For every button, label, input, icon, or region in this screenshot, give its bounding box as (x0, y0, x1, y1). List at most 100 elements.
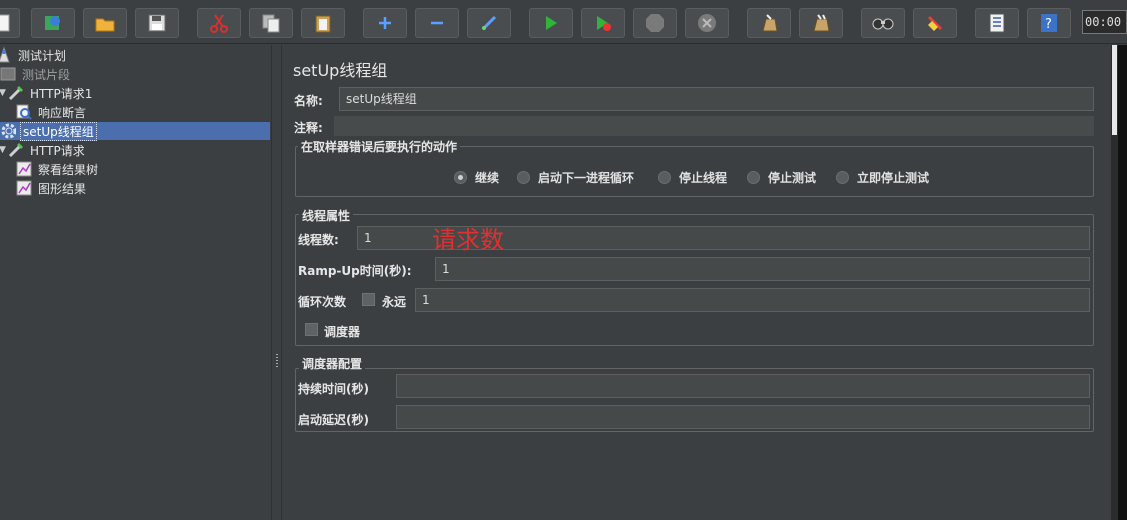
shutdown-icon (697, 13, 717, 33)
sampler-pipette-icon (8, 85, 24, 101)
gear-icon (0, 123, 16, 139)
help-button[interactable]: ? (1027, 8, 1071, 38)
expand-toggle-icon[interactable]: ▼ (0, 146, 7, 155)
function-helper-button[interactable] (975, 8, 1019, 38)
radio-dot (836, 171, 849, 184)
tree-item-test-fragment[interactable]: 测试片段 (0, 65, 72, 83)
reset-search-icon (925, 13, 945, 33)
comment-field[interactable] (334, 116, 1094, 136)
function-helper-icon (988, 13, 1006, 33)
scrollbar-track (1118, 45, 1127, 520)
toggle-icon (479, 13, 499, 33)
open-button[interactable] (83, 8, 127, 38)
scrollbar-thumb[interactable] (1112, 45, 1117, 135)
toggle-button[interactable] (467, 8, 511, 38)
copy-button[interactable] (249, 8, 293, 38)
tree-item-view-results-tree[interactable]: 察看结果树 (16, 160, 100, 178)
clear-all-button[interactable] (799, 8, 843, 38)
vertical-scrollbar[interactable] (1111, 45, 1127, 520)
templates-icon (43, 13, 63, 33)
test-plan-icon (0, 47, 12, 63)
radio-start-next-loop[interactable]: 启动下一进程循环 (517, 169, 634, 186)
save-button[interactable] (135, 8, 179, 38)
radio-dot (517, 171, 530, 184)
threads-label: 线程数: (298, 233, 339, 247)
cut-button[interactable] (197, 8, 241, 38)
stop-icon (645, 13, 665, 33)
duration-label: 持续时间(秒) (298, 382, 369, 396)
tree-item-http-request[interactable]: HTTP请求 (8, 141, 87, 159)
start-icon (543, 14, 559, 32)
loop-count-label: 循环次数 (298, 295, 347, 309)
new-icon (0, 14, 11, 32)
clear-icon (759, 13, 779, 33)
thread-group-panel: setUp线程组 名称: setUp线程组 注释: 在取样器错误后要执行的动作 … (283, 45, 1111, 520)
radio-stop-thread[interactable]: 停止线程 (658, 169, 727, 186)
scheduler-label: 调度器 (324, 325, 361, 339)
forever-checkbox[interactable] (362, 293, 375, 306)
name-field[interactable]: setUp线程组 (339, 87, 1094, 111)
listener-chart-icon (16, 180, 32, 196)
collapse-icon (428, 14, 446, 32)
test-plan-tree[interactable]: 测试计划 测试片段 ▼ HTTP请求1 响应断言 setUp线程组 ▼ HTTP… (0, 45, 271, 520)
elapsed-time-display: 00:00 (1082, 10, 1127, 34)
startup-delay-label: 启动延迟(秒) (298, 413, 369, 427)
open-icon (94, 14, 116, 32)
page-title: setUp线程组 (293, 61, 388, 80)
templates-button[interactable] (31, 8, 75, 38)
start-button[interactable] (529, 8, 573, 38)
radio-dot (454, 171, 467, 184)
help-icon: ? (1040, 13, 1058, 33)
listener-chart-icon (16, 161, 32, 177)
start-no-pauses-button[interactable] (581, 8, 625, 38)
thread-properties-title: 线程属性 (299, 207, 354, 224)
toolbar: ? 00:00 (0, 0, 1127, 44)
search-button[interactable] (861, 8, 905, 38)
tree-item-test-plan[interactable]: 测试计划 (0, 46, 68, 64)
name-label: 名称: (294, 94, 323, 108)
tree-item-setup-thread-group[interactable]: setUp线程组 (0, 121, 97, 141)
duration-field[interactable] (396, 374, 1090, 398)
paste-button[interactable] (301, 8, 345, 38)
scheduler-checkbox[interactable] (305, 323, 318, 336)
expand-toggle-icon[interactable]: ▼ (0, 89, 7, 98)
clear-button[interactable] (747, 8, 791, 38)
radio-dot (658, 171, 671, 184)
sampler-pipette-icon (8, 142, 24, 158)
clear-all-icon (811, 13, 831, 33)
splitter-grip-icon[interactable] (275, 353, 279, 367)
rampup-label: Ramp-Up时间(秒): (298, 264, 412, 278)
error-action-title: 在取样器错误后要执行的动作 (298, 138, 461, 155)
radio-continue[interactable]: 继续 (454, 169, 499, 186)
new-button[interactable] (0, 8, 20, 38)
cut-icon (209, 13, 229, 33)
tree-item-http-request-1[interactable]: HTTP请求1 (8, 84, 94, 102)
stop-button[interactable] (633, 8, 677, 38)
search-icon (872, 15, 894, 31)
test-fragment-icon (0, 66, 16, 82)
collapse-all-button[interactable] (415, 8, 459, 38)
forever-label: 永远 (382, 295, 407, 309)
radio-dot (747, 171, 760, 184)
tree-item-graph-results[interactable]: 图形结果 (16, 179, 88, 197)
save-icon (148, 14, 166, 32)
expand-all-button[interactable] (363, 8, 407, 38)
jmeter-window: ? 00:00 测试计划 测试片段 ▼ HTTP请求1 响应断言 setUp线程… (0, 0, 1127, 520)
copy-icon (261, 13, 281, 33)
annotation-text: 请求数 (432, 226, 504, 254)
comment-label: 注释: (294, 121, 323, 135)
start-no-pause-icon (594, 14, 612, 32)
paste-icon (314, 13, 332, 33)
radio-stop-test[interactable]: 停止测试 (747, 169, 816, 186)
split-pane-divider[interactable] (271, 45, 282, 520)
tree-item-response-assertion[interactable]: 响应断言 (16, 103, 88, 121)
rampup-field[interactable]: 1 (435, 257, 1090, 281)
reset-search-button[interactable] (913, 8, 957, 38)
radio-stop-test-now[interactable]: 立即停止测试 (836, 169, 929, 186)
loop-count-field[interactable]: 1 (415, 288, 1090, 312)
assertion-magnifier-icon (16, 104, 32, 120)
expand-icon (376, 14, 394, 32)
svg-text:?: ? (1045, 17, 1052, 32)
shutdown-button[interactable] (685, 8, 729, 38)
startup-delay-field[interactable] (396, 405, 1090, 429)
